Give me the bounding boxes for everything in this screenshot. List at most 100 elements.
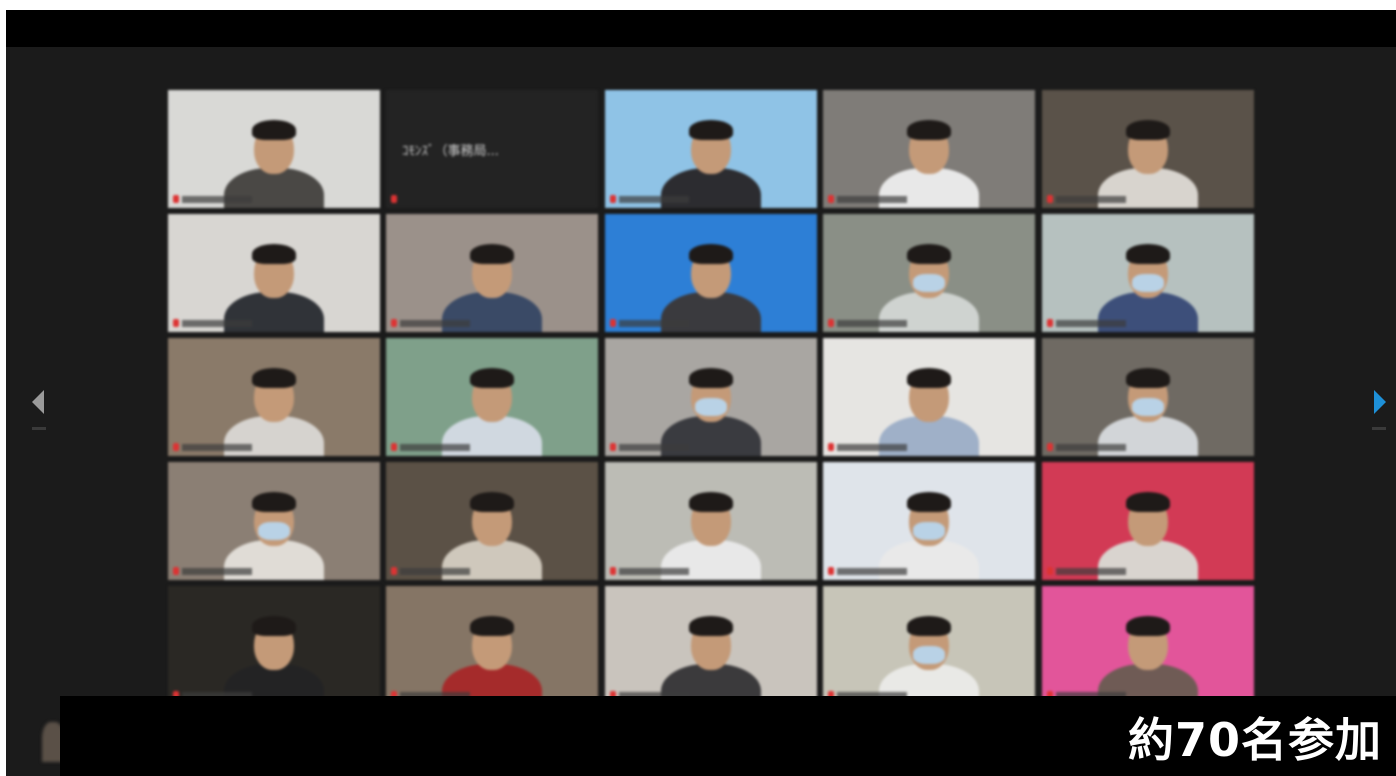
chevron-right-icon: [1374, 390, 1386, 414]
participant-tile[interactable]: [823, 586, 1035, 704]
participant-tile[interactable]: [823, 214, 1035, 332]
participant-hair: [907, 244, 951, 264]
muted-mic-icon: [1047, 319, 1053, 327]
participant-name-bar: [1056, 568, 1126, 575]
muted-mic-icon: [610, 195, 616, 203]
participant-tile[interactable]: [168, 214, 380, 332]
face-mask: [1132, 398, 1164, 416]
participant-tile[interactable]: [168, 586, 380, 704]
participant-hair: [252, 492, 296, 512]
participant-name-bar: [400, 568, 470, 575]
participant-tile[interactable]: [605, 586, 817, 704]
participant-hair: [252, 616, 296, 636]
muted-mic-icon: [173, 443, 179, 451]
participant-hair: [907, 120, 951, 140]
muted-mic-icon: [610, 443, 616, 451]
participant-tile[interactable]: [1042, 462, 1254, 580]
participant-tile[interactable]: [168, 338, 380, 456]
participant-name-bar: [619, 568, 689, 575]
face-mask: [1132, 274, 1164, 292]
participant-hair: [689, 616, 733, 636]
top-bar: [6, 10, 1396, 47]
participant-name-bar: [182, 320, 252, 327]
muted-mic-icon: [828, 319, 834, 327]
muted-mic-icon: [610, 319, 616, 327]
participant-tile[interactable]: [605, 90, 817, 208]
participant-name-bar: [619, 196, 689, 203]
participant-tile[interactable]: [168, 90, 380, 208]
participant-hair: [252, 368, 296, 388]
participant-hair: [1126, 368, 1170, 388]
participant-name-bar: [619, 444, 689, 451]
participant-hair: [252, 244, 296, 264]
participant-hair: [252, 120, 296, 140]
participant-hair: [689, 244, 733, 264]
participant-tile[interactable]: [823, 462, 1035, 580]
muted-mic-icon: [173, 195, 179, 203]
muted-mic-icon: [610, 567, 616, 575]
muted-mic-icon: [173, 319, 179, 327]
participant-name-bar: [837, 320, 907, 327]
participant-name-bar: [837, 568, 907, 575]
participant-hair: [470, 244, 514, 264]
muted-mic-icon: [1047, 567, 1053, 575]
participant-name-bar: [1056, 444, 1126, 451]
face-mask: [913, 274, 945, 292]
face-mask: [695, 398, 727, 416]
participant-hair: [470, 368, 514, 388]
muted-mic-icon: [828, 443, 834, 451]
participant-name-bar: [400, 444, 470, 451]
muted-mic-icon: [391, 319, 397, 327]
muted-mic-icon: [391, 567, 397, 575]
participant-hair: [689, 368, 733, 388]
participant-tile[interactable]: [168, 462, 380, 580]
participant-tile[interactable]: [386, 462, 598, 580]
participant-tile[interactable]: [386, 586, 598, 704]
participant-name-bar: [837, 444, 907, 451]
participant-hair: [907, 368, 951, 388]
participant-name-bar: [182, 568, 252, 575]
muted-mic-icon: [828, 195, 834, 203]
muted-mic-icon: [173, 567, 179, 575]
next-page-button[interactable]: [1368, 382, 1392, 422]
muted-mic-icon: [828, 567, 834, 575]
participant-hair: [470, 616, 514, 636]
participant-hair: [689, 120, 733, 140]
participant-hair: [689, 492, 733, 512]
participant-tile[interactable]: [605, 214, 817, 332]
participant-tile[interactable]: [386, 338, 598, 456]
previous-page-button[interactable]: [28, 382, 52, 422]
page-indicator-left: [32, 427, 46, 430]
face-mask: [913, 522, 945, 540]
chevron-left-icon: [32, 390, 44, 414]
participant-tile[interactable]: [823, 90, 1035, 208]
participant-tile[interactable]: [605, 462, 817, 580]
muted-mic-icon: [391, 443, 397, 451]
face-mask: [913, 646, 945, 664]
participant-hair: [1126, 492, 1170, 512]
participant-hair: [1126, 120, 1170, 140]
participant-hair: [907, 492, 951, 512]
participant-tile[interactable]: [823, 338, 1035, 456]
participant-hair: [1126, 616, 1170, 636]
participant-hair: [470, 492, 514, 512]
participant-tile[interactable]: [1042, 586, 1254, 704]
participant-tile[interactable]: [1042, 90, 1254, 208]
participant-name-bar: [619, 320, 689, 327]
participant-tile[interactable]: [1042, 338, 1254, 456]
participant-tile[interactable]: [605, 338, 817, 456]
participant-hair: [907, 616, 951, 636]
muted-mic-icon: [391, 195, 397, 203]
participant-name-bar: [182, 444, 252, 451]
participant-count-caption: 約70名参加: [1127, 713, 1382, 767]
muted-mic-icon: [1047, 195, 1053, 203]
participant-name-bar: [1056, 196, 1126, 203]
participant-name-tile[interactable]: ｺﾓﾝｽﾞ（事務局...: [386, 90, 598, 208]
participant-name-bar: [1056, 320, 1126, 327]
participant-tile[interactable]: [1042, 214, 1254, 332]
participant-video-grid: ｺﾓﾝｽﾞ（事務局...: [168, 90, 1254, 704]
caption-banner: 約70名参加: [60, 696, 1396, 776]
participant-hair: [1126, 244, 1170, 264]
participant-tile[interactable]: [386, 214, 598, 332]
muted-mic-icon: [1047, 443, 1053, 451]
